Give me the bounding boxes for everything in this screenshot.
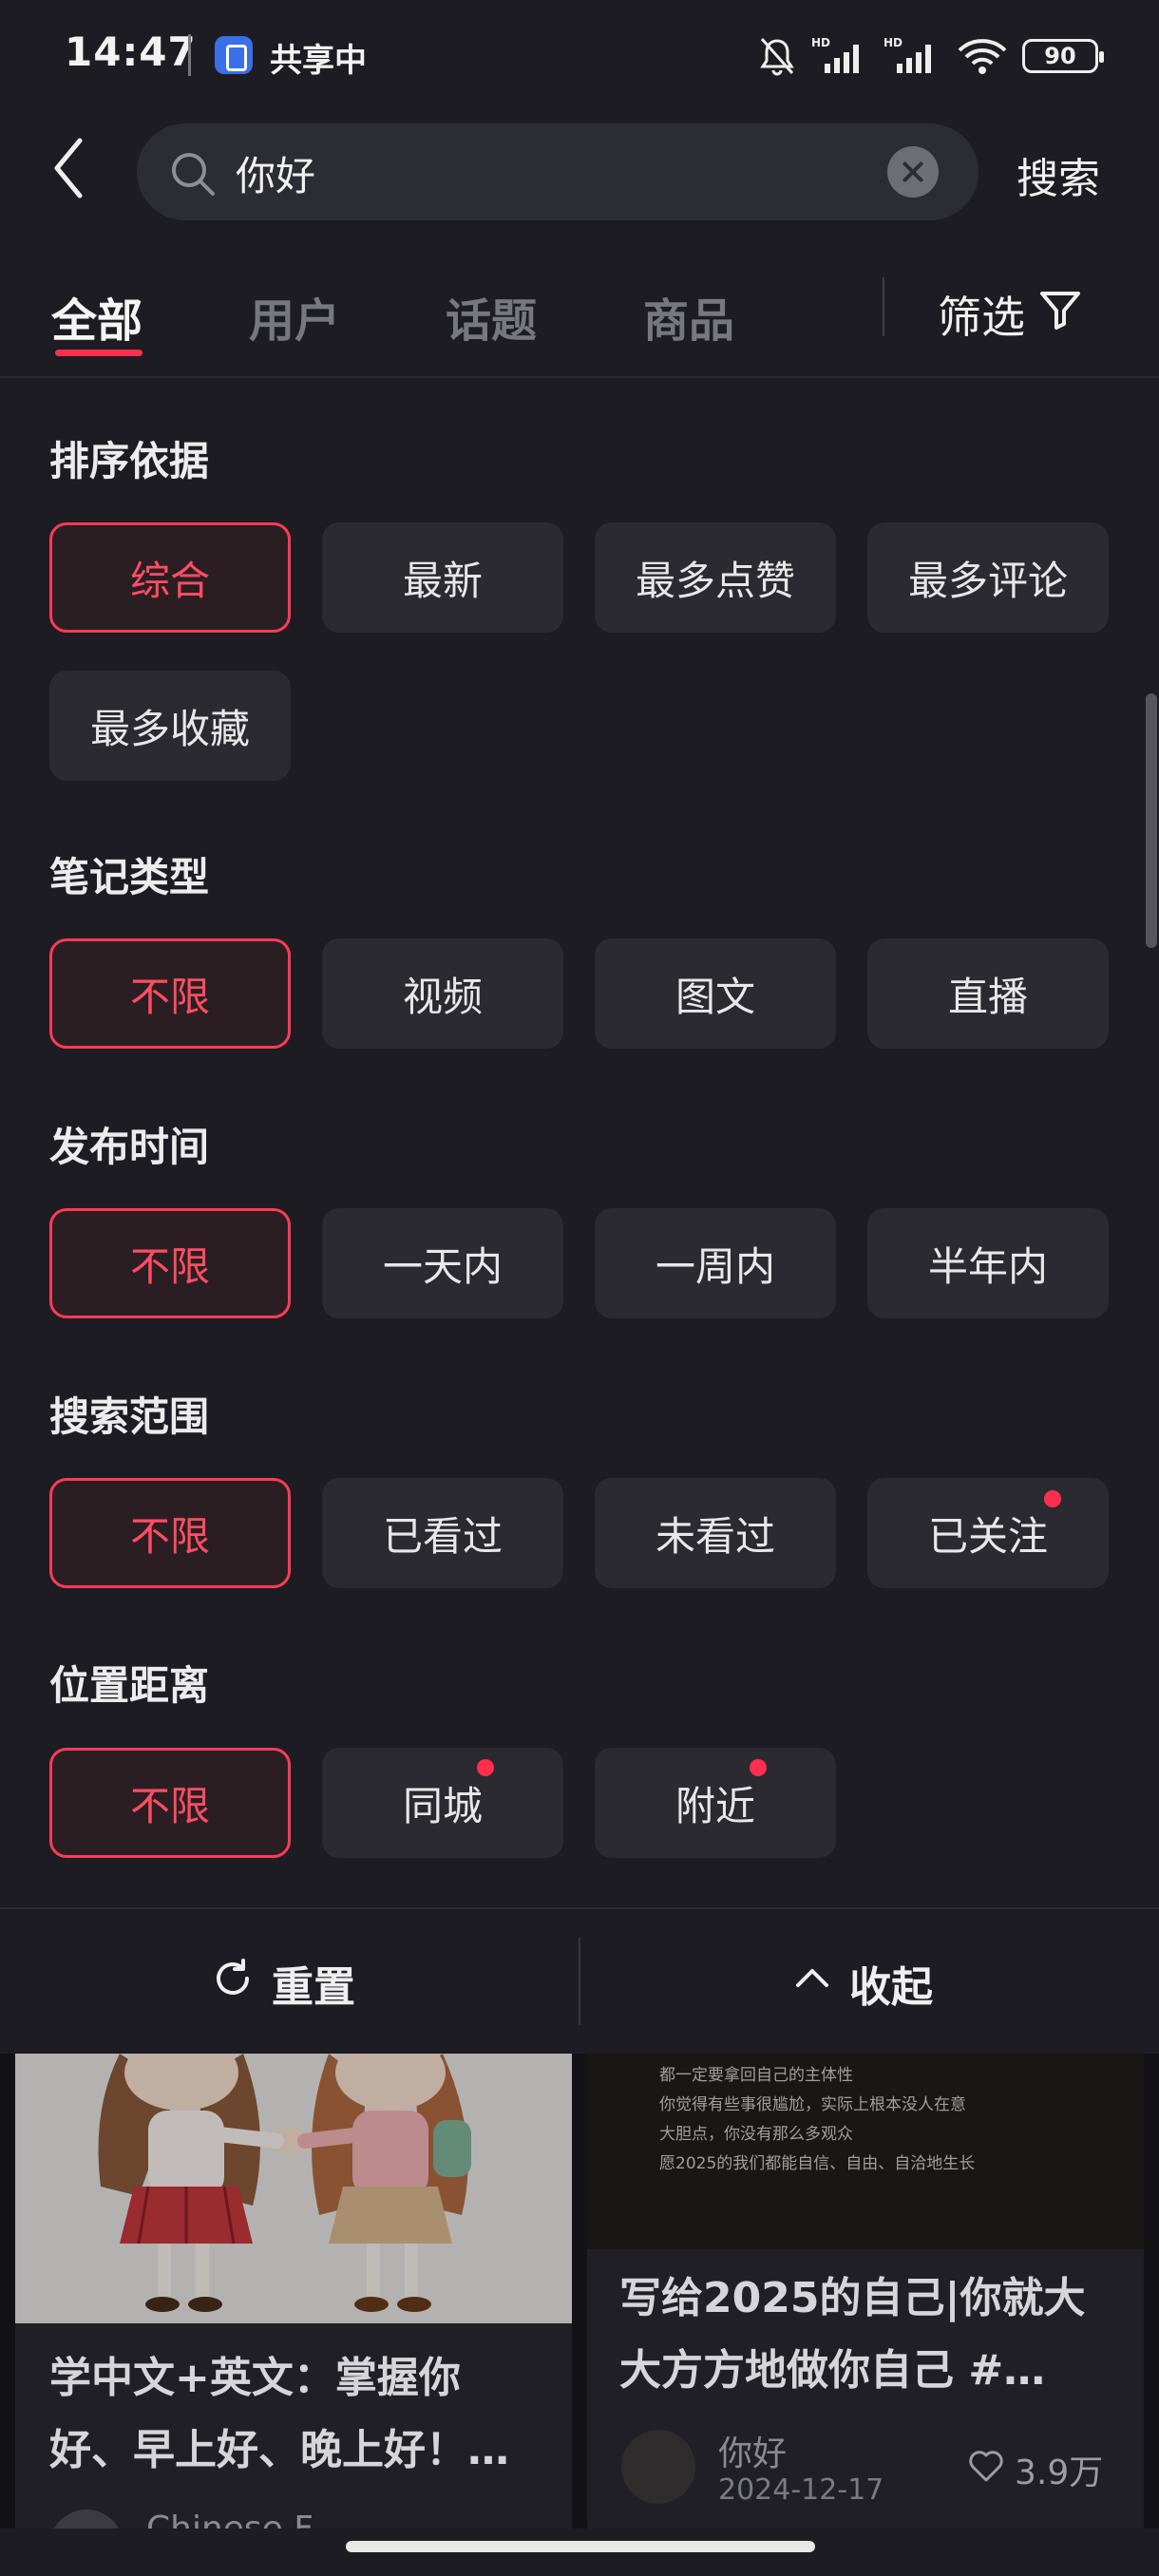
distance-same-city[interactable]: 同城: [322, 1748, 563, 1858]
tab-divider: [883, 277, 884, 336]
publish-time-one-week[interactable]: 一周内: [595, 1208, 836, 1318]
cover-quote-line: 都一定要拿回自己的主体性: [659, 2066, 853, 2085]
publish-time-half-year[interactable]: 半年内: [867, 1208, 1109, 1318]
svg-text:HD: HD: [884, 36, 902, 49]
filter-action-bar: 重置 收起: [0, 1909, 1159, 2054]
scope-any[interactable]: 不限: [49, 1478, 291, 1588]
note-date: 2024-12-17: [718, 2473, 884, 2507]
publish-time-one-day[interactable]: 一天内: [322, 1208, 563, 1318]
search-tabs: 全部 用户 话题 商品 筛选: [0, 266, 1159, 376]
distance-title: 位置距离: [49, 1662, 210, 1709]
distance-any[interactable]: 不限: [49, 1748, 291, 1858]
new-dot-badge: [750, 1759, 767, 1776]
filter-label: 筛选: [938, 292, 1025, 343]
scrollbar[interactable]: [1146, 693, 1157, 948]
note-title-line: 学中文+英文：掌握你: [49, 2354, 461, 2402]
battery-icon: 90: [1022, 39, 1104, 73]
status-icons: HD HD 90: [756, 32, 1104, 80]
avatar[interactable]: [621, 2430, 695, 2504]
new-dot-badge: [1044, 1490, 1061, 1507]
tab-products[interactable]: 商品: [643, 283, 734, 350]
search-icon: [169, 150, 217, 201]
tab-all[interactable]: 全部: [51, 283, 142, 350]
funnel-icon: [1038, 288, 1082, 342]
note-type-image-text[interactable]: 图文: [595, 938, 836, 1049]
clear-search-button[interactable]: [887, 146, 939, 198]
note-author[interactable]: 你好: [718, 2426, 787, 2475]
search-input[interactable]: 你好: [137, 123, 978, 220]
back-button[interactable]: [49, 135, 106, 211]
note-card[interactable]: 学中文+英文：掌握你 好、早上好、晚上好！… Chinese F: [15, 2323, 572, 2529]
note-title-line: 大方方地做你自己 #…: [619, 2346, 1046, 2395]
wifi-icon: [956, 35, 1009, 77]
note-title-line: 好、早上好、晚上好！…: [49, 2426, 509, 2474]
note-type-video[interactable]: 视频: [322, 938, 563, 1049]
status-time: 14:47: [65, 28, 197, 75]
note-cover-image[interactable]: [15, 2054, 572, 2323]
refresh-icon: [211, 1957, 255, 2011]
screen-share-icon: [215, 36, 253, 74]
sort-title: 排序依据: [49, 438, 210, 484]
sort-option-most-comments[interactable]: 最多评论: [867, 522, 1109, 633]
reset-label: 重置: [272, 1963, 355, 2012]
note-title-line: 写给2025的自己|你就大: [619, 2274, 1086, 2322]
note-type-live[interactable]: 直播: [867, 938, 1109, 1049]
distance-nearby[interactable]: 附近: [595, 1748, 836, 1858]
new-dot-badge: [477, 1759, 494, 1776]
share-status-label: 共享中: [270, 42, 367, 80]
scope-following[interactable]: 已关注: [867, 1478, 1109, 1588]
search-results-feed: 学中文+英文：掌握你 好、早上好、晚上好！… Chinese F 都一定要拿回自…: [0, 2054, 1159, 2529]
like-count: 3.9万: [1015, 2453, 1104, 2492]
sort-option-most-likes[interactable]: 最多点赞: [595, 522, 836, 633]
status-bar: 14:47 共享中 HD HD 90: [0, 0, 1159, 114]
avatar[interactable]: [49, 2510, 124, 2529]
note-author[interactable]: Chinese F: [146, 2510, 314, 2529]
note-card[interactable]: 写给2025的自己|你就大 大方方地做你自己 #… 你好 2024-12-17 …: [587, 2249, 1144, 2529]
mute-bell-icon: [756, 35, 798, 77]
publish-time-title: 发布时间: [49, 1124, 210, 1170]
like-button[interactable]: 3.9万: [967, 2445, 1103, 2494]
scope-not-viewed[interactable]: 未看过: [595, 1478, 836, 1588]
cover-quote-line: 大胆点，你没有那么多观众: [659, 2125, 853, 2144]
note-type-any[interactable]: 不限: [49, 938, 291, 1049]
header-divider: [0, 376, 1159, 378]
note-cover-image[interactable]: 都一定要拿回自己的主体性 你觉得有些事很尴尬，实际上根本没人在意 大胆点，你没有…: [587, 2054, 1144, 2249]
collapse-button[interactable]: 收起: [792, 1953, 933, 2014]
chevron-up-icon: [792, 1959, 832, 2009]
tab-topics[interactable]: 话题: [446, 283, 537, 350]
signal-hd-icon: HD: [811, 35, 870, 77]
search-query[interactable]: 你好: [236, 144, 315, 202]
sort-option-most-saves[interactable]: 最多收藏: [49, 671, 291, 781]
publish-time-any[interactable]: 不限: [49, 1208, 291, 1318]
signal-hd-2-icon: HD: [884, 35, 942, 77]
filter-button[interactable]: 筛选: [938, 283, 1082, 346]
svg-text:HD: HD: [811, 36, 830, 49]
sort-option-comprehensive[interactable]: 综合: [49, 522, 291, 633]
active-tab-indicator: [55, 350, 142, 356]
action-divider: [579, 1938, 580, 2025]
tab-users[interactable]: 用户: [249, 283, 340, 350]
reset-button[interactable]: 重置: [211, 1953, 355, 2014]
note-type-title: 笔记类型: [49, 854, 210, 900]
collapse-label: 收起: [849, 1963, 933, 2012]
status-separator: [188, 34, 191, 76]
home-indicator[interactable]: [346, 2541, 815, 2552]
cover-quote-line: 愿2025的我们都能自信、自由、自洽地生长: [659, 2154, 976, 2173]
scope-viewed[interactable]: 已看过: [322, 1478, 563, 1588]
heart-icon: [967, 2448, 1005, 2492]
search-submit-button[interactable]: 搜索: [1016, 144, 1100, 205]
sort-option-latest[interactable]: 最新: [322, 522, 563, 633]
search-scope-title: 搜索范围: [49, 1393, 210, 1440]
cover-quote-line: 你觉得有些事很尴尬，实际上根本没人在意: [659, 2095, 966, 2114]
